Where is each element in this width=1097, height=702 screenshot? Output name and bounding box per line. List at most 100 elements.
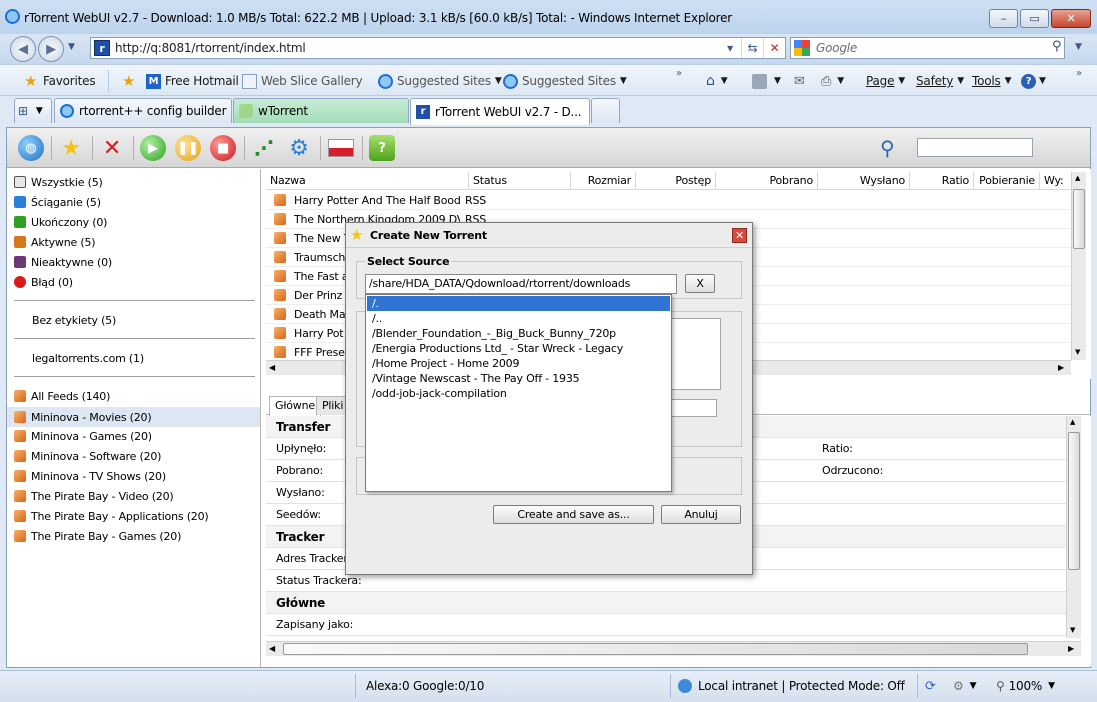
favorites-button[interactable]: ★ Favorites	[24, 72, 96, 90]
create-torrent-star-icon[interactable]: ★	[58, 135, 84, 161]
column-status[interactable]: Status	[469, 172, 571, 190]
column-name[interactable]: Nazwa	[266, 172, 469, 190]
back-button[interactable]: ◀	[10, 36, 36, 62]
table-row[interactable]: Harry Potter And The Half Bood Pr RSS	[266, 191, 1071, 210]
list-item[interactable]: /..	[367, 311, 670, 326]
sidebar-item-no-label[interactable]: Bez etykiety (5)	[32, 311, 116, 329]
list-item[interactable]: /Vintage Newscast - The Pay Off - 1935	[367, 371, 670, 386]
print-button[interactable]: ⎙ ▼	[821, 72, 844, 90]
column-ratio[interactable]: Ratio	[910, 172, 974, 190]
scroll-thumb[interactable]	[1068, 432, 1080, 570]
pause-icon[interactable]: ❚❚	[175, 135, 201, 161]
dialog-titlebar[interactable]: ★ Create New Torrent	[346, 223, 752, 248]
scroll-up-icon[interactable]: ▲	[1070, 418, 1075, 426]
search-box[interactable]: Google	[790, 37, 1065, 59]
home-button[interactable]: ⌂ ▼	[706, 72, 728, 90]
list-item[interactable]: /Blender_Foundation_-_Big_Buck_Bunny_720…	[367, 326, 670, 341]
new-tab-button[interactable]	[591, 98, 620, 123]
scroll-left-icon[interactable]: ◀	[269, 363, 275, 372]
minimize-button[interactable]: –	[989, 9, 1018, 28]
tab-wtorrent[interactable]: wTorrent	[233, 98, 409, 123]
scroll-thumb[interactable]	[283, 643, 1028, 655]
feed-item[interactable]: All Feeds (140)	[14, 387, 110, 405]
chevron-more-icon[interactable]: »	[676, 68, 682, 79]
comment-input[interactable]	[671, 399, 717, 417]
scroll-left-icon[interactable]: ◀	[269, 644, 275, 653]
sidebar-item-active[interactable]: Aktywne (5)	[14, 233, 96, 251]
search-options-icon[interactable]: ▼	[1075, 42, 1082, 52]
column-uploaded[interactable]: Wysłano	[818, 172, 910, 190]
read-mail-button[interactable]: ✉	[794, 72, 805, 90]
safety-menu[interactable]: Safety ▼	[916, 72, 964, 90]
maximize-button[interactable]: ▭	[1020, 9, 1049, 28]
forward-button[interactable]: ▶	[38, 36, 64, 62]
scroll-thumb[interactable]	[1073, 189, 1085, 249]
feed-item[interactable]: Mininova - Games (20)	[14, 427, 152, 445]
feed-item-selected[interactable]: Mininova - Movies (20)	[7, 407, 260, 427]
sidebar-item-downloading[interactable]: Ściąganie (5)	[14, 193, 101, 211]
search-icon[interactable]: ⚲	[1052, 39, 1062, 54]
close-window-button[interactable]: ✕	[1051, 9, 1091, 28]
quick-tabs-button[interactable]: ⊞ ▼	[14, 98, 52, 123]
feed-item[interactable]: Mininova - TV Shows (20)	[14, 467, 166, 485]
chevron-more-icon[interactable]: »	[1076, 68, 1082, 79]
fav-link-suggested-sites-2[interactable]: Suggested Sites ▼	[503, 72, 627, 90]
stop-icon[interactable]: ■	[210, 135, 236, 161]
refresh-button[interactable]: ⇆	[741, 38, 763, 58]
settings-gear-icon[interactable]: ⚙	[286, 135, 312, 161]
column-download-speed[interactable]: Pobieranie	[974, 172, 1040, 190]
trackers-textarea[interactable]	[671, 318, 721, 390]
compat-icon[interactable]: ⟳	[925, 677, 936, 695]
tab-rtorrent-config-builder[interactable]: rtorrent++ config builder	[54, 98, 232, 123]
fav-link-suggested-sites-1[interactable]: Suggested Sites ▼	[378, 72, 502, 90]
start-icon[interactable]: ▶	[140, 135, 166, 161]
list-item[interactable]: /Home Project - Home 2009	[367, 356, 670, 371]
rss-feeds-icon[interactable]: ⋰	[251, 135, 277, 161]
list-vertical-scrollbar[interactable]: ▲ ▼	[1071, 172, 1086, 360]
fav-link-free-hotmail[interactable]: M Free Hotmail	[146, 72, 239, 90]
sidebar-item-all[interactable]: Wszystkie (5)	[14, 173, 103, 191]
scroll-right-icon[interactable]: ▶	[1068, 644, 1074, 653]
sidebar-item-inactive[interactable]: Nieaktywne (0)	[14, 253, 112, 271]
help-question-icon[interactable]: ?	[369, 135, 395, 161]
column-downloaded[interactable]: Pobrano	[716, 172, 818, 190]
column-upload-speed[interactable]: Wy:	[1040, 172, 1071, 190]
sidebar-item-error[interactable]: Błąd (0)	[14, 273, 73, 291]
feeds-button[interactable]: ▼	[752, 72, 781, 90]
add-torrent-globe-icon[interactable]: ◍	[18, 135, 44, 161]
feed-item[interactable]: Mininova - Software (20)	[14, 447, 161, 465]
fav-link-web-slice-gallery[interactable]: Web Slice Gallery	[242, 72, 363, 90]
zoom-control[interactable]: ⚲ 100% ▼	[996, 677, 1055, 695]
clear-path-button[interactable]: X	[685, 274, 715, 293]
list-item[interactable]: /.	[367, 296, 670, 311]
help-menu[interactable]: ? ▼	[1021, 72, 1046, 90]
search-input[interactable]: Google	[816, 41, 1064, 55]
tab-rtorrent-webui[interactable]: r rTorrent WebUI v2.7 - D...	[410, 98, 590, 125]
search-magnifier-icon[interactable]: ⚲	[880, 136, 895, 160]
close-dialog-button[interactable]: ✕	[732, 228, 747, 243]
page-menu[interactable]: Page ▼	[866, 72, 905, 90]
protected-mode-icon[interactable]: ⚙ ▼	[953, 677, 976, 695]
tools-menu[interactable]: Tools ▼	[972, 72, 1011, 90]
torrent-search-input[interactable]	[917, 138, 1033, 157]
list-item[interactable]: /odd-job-jack-compilation	[367, 386, 670, 401]
sidebar-item-tracker[interactable]: legaltorrents.com (1)	[32, 349, 144, 367]
security-zone[interactable]: Local intranet | Protected Mode: Off	[678, 677, 905, 695]
address-bar[interactable]: r http://q:8081/rtorrent/index.html ▾ ⇆ …	[90, 37, 786, 59]
column-size[interactable]: Rozmiar	[571, 172, 636, 190]
feed-item[interactable]: The Pirate Bay - Video (20)	[14, 487, 174, 505]
feed-item[interactable]: The Pirate Bay - Applications (20)	[14, 507, 209, 525]
scroll-down-icon[interactable]: ▼	[1075, 348, 1080, 356]
detail-vertical-scrollbar[interactable]: ▲ ▼	[1066, 416, 1081, 638]
cancel-button[interactable]: Anuluj	[661, 505, 741, 524]
add-favorite-button[interactable]: ★	[122, 72, 141, 90]
list-item[interactable]: /Energia Productions Ltd_ - Star Wreck -…	[367, 341, 670, 356]
sidebar-item-completed[interactable]: Ukończony (0)	[14, 213, 107, 231]
address-dropdown-icon[interactable]: ▾	[719, 38, 741, 58]
scroll-down-icon[interactable]: ▼	[1070, 626, 1075, 634]
scroll-up-icon[interactable]: ▲	[1075, 174, 1080, 182]
history-dropdown-icon[interactable]: ▼	[68, 42, 75, 52]
polish-flag-icon[interactable]	[328, 139, 354, 157]
detail-horizontal-scrollbar[interactable]: ◀ ▶	[266, 641, 1081, 656]
source-path-input[interactable]: /share/HDA_DATA/Qdownload/rtorrent/downl…	[365, 274, 677, 294]
